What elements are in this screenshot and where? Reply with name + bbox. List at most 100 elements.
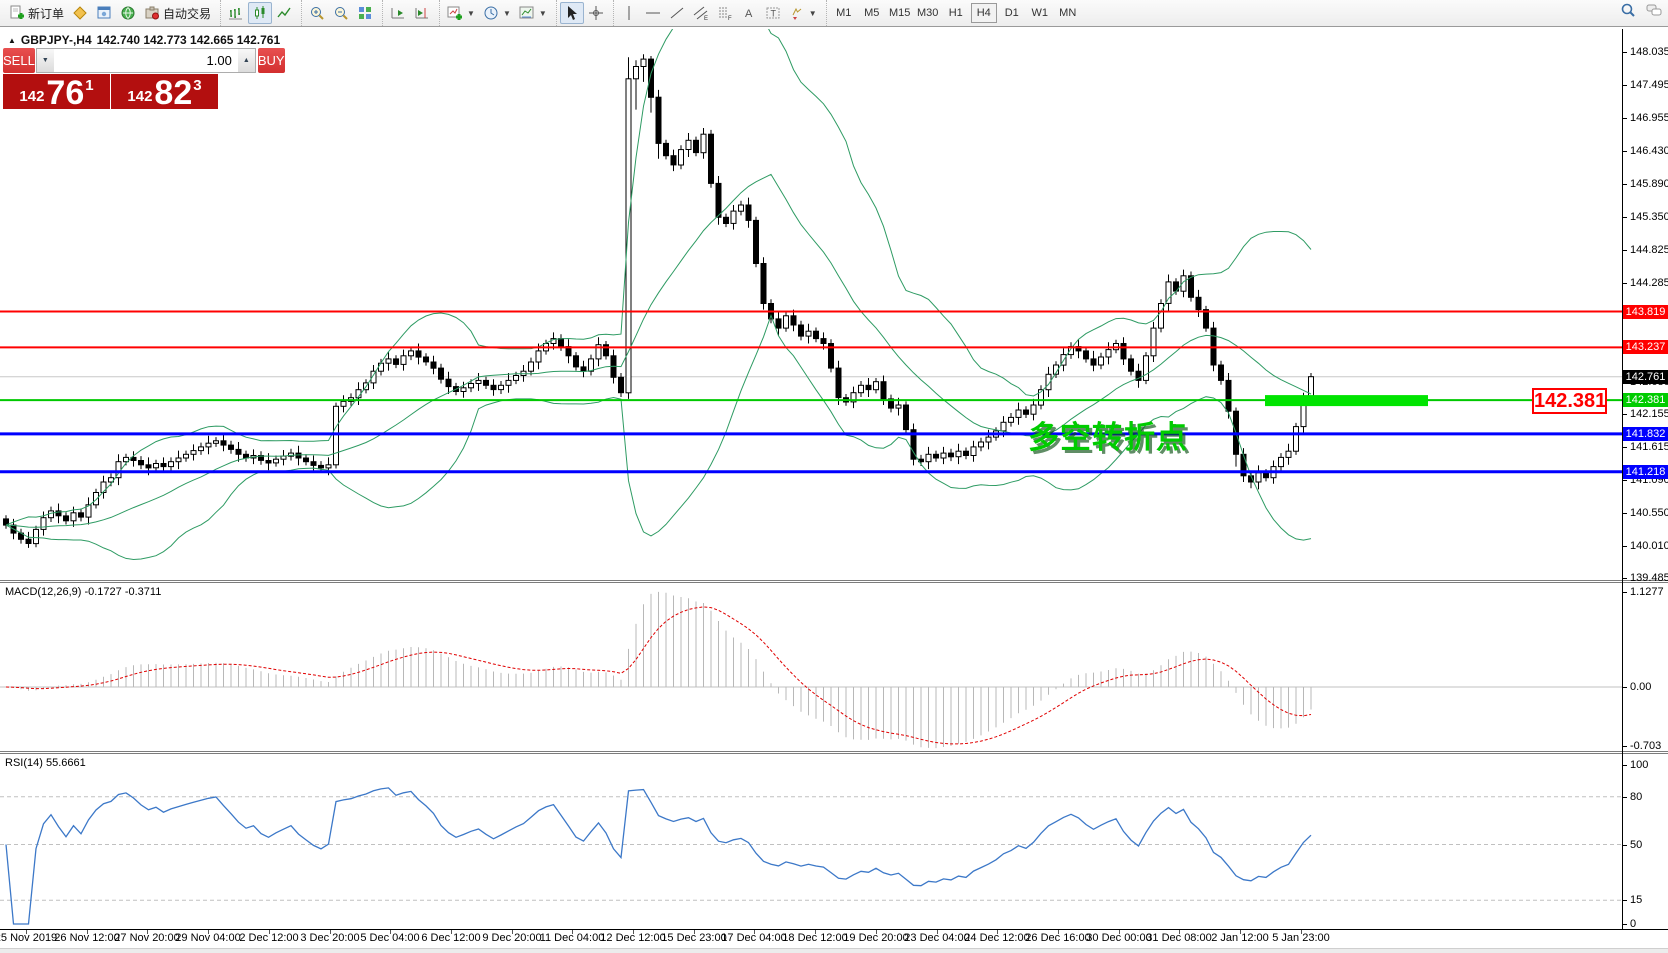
price-axis-label: 144.825 (1630, 243, 1668, 257)
tab-timeframe-h1[interactable]: H1 (943, 3, 969, 23)
chevron-down-icon: ▼ (539, 9, 547, 18)
arrows-tool-button[interactable]: ▼ (785, 2, 821, 24)
candlestick-chart-button[interactable] (248, 2, 272, 24)
search-icon[interactable] (1620, 2, 1636, 18)
candlestick-chart-icon (252, 5, 268, 21)
price-callout-142381[interactable]: 142.381 (1532, 388, 1607, 414)
navigator-button[interactable] (116, 2, 140, 24)
price-axis-label: 139.485 (1630, 571, 1668, 585)
time-axis-border (0, 929, 1668, 930)
tab-timeframe-w1[interactable]: W1 (1027, 3, 1053, 23)
clock-icon (483, 5, 499, 21)
zoom-in-button[interactable] (305, 2, 329, 24)
chevron-down-icon: ▼ (809, 9, 817, 18)
auto-scroll-button[interactable] (386, 2, 410, 24)
toolbar: 新订单 自动交易 ▼ ▼ ▼ (0, 0, 1668, 27)
text-label-tool-button[interactable]: T (761, 2, 785, 24)
rsi-axis-label: 0 (1630, 917, 1668, 931)
rsi-axis-label: 100 (1630, 758, 1668, 772)
horizontal-line-tool-button[interactable] (641, 2, 665, 24)
bar-chart-button[interactable] (224, 2, 248, 24)
tab-timeframe-m1[interactable]: M1 (831, 3, 857, 23)
tab-timeframe-m30[interactable]: M30 (915, 3, 941, 23)
market-watch-button[interactable] (92, 2, 116, 24)
tab-timeframe-m15[interactable]: M15 (887, 3, 913, 23)
trendline-icon (669, 5, 685, 21)
template-icon (519, 5, 535, 21)
svg-text:F: F (728, 16, 732, 21)
price-chart-canvas[interactable] (0, 29, 1622, 580)
macd-axis-label: -0.703 (1630, 739, 1668, 753)
line-chart-icon (276, 5, 292, 21)
new-order-icon (9, 5, 25, 21)
equidistant-channel-icon: E (693, 5, 709, 21)
price-axis-label: 142.155 (1630, 407, 1668, 421)
macd-panel-canvas[interactable] (0, 583, 1622, 751)
zoom-out-icon (333, 5, 349, 21)
highlight-zone[interactable] (1265, 395, 1428, 406)
chat-icon[interactable] (1646, 2, 1662, 18)
fibonacci-tool-button[interactable]: F (713, 2, 737, 24)
sell-button[interactable]: SELL (3, 48, 35, 73)
sell-price-pips: 76 (46, 78, 84, 108)
new-chart-button[interactable]: ▼ (443, 2, 479, 24)
buy-button[interactable]: BUY (258, 48, 285, 73)
volume-decrease-button[interactable]: ▼ (37, 49, 54, 72)
zoom-in-icon (309, 5, 325, 21)
rsi-axis-label: 50 (1630, 838, 1668, 852)
chart-workspace: 148.035147.495146.955146.430145.890145.3… (0, 27, 1668, 953)
price-axis-label: 148.035 (1630, 45, 1668, 59)
period-button[interactable]: ▼ (479, 2, 515, 24)
text-tool-button[interactable]: A (737, 2, 761, 24)
vertical-line-tool-button[interactable] (617, 2, 641, 24)
candles (4, 54, 1314, 548)
tab-timeframe-d1[interactable]: D1 (999, 3, 1025, 23)
line-chart-button[interactable] (272, 2, 296, 24)
price-axis-label: 140.550 (1630, 506, 1668, 520)
autotrade-icon (144, 5, 160, 21)
tab-timeframe-m5[interactable]: M5 (859, 3, 885, 23)
navigator-icon (120, 5, 136, 21)
buy-price-point: 3 (193, 77, 201, 94)
arrows-icon (789, 5, 805, 21)
zoom-out-button[interactable] (329, 2, 353, 24)
macd-label: MACD(12,26,9) -0.1727 -0.3711 (5, 586, 161, 598)
svg-text:T: T (770, 9, 776, 19)
tab-timeframe-mn[interactable]: MN (1055, 3, 1081, 23)
buy-price-base: 142 (127, 88, 152, 105)
cursor-button[interactable] (560, 2, 584, 24)
text-icon: A (741, 5, 757, 21)
sell-price-point: 1 (85, 77, 93, 94)
trendline-tool-button[interactable] (665, 2, 689, 24)
sell-price-base: 142 (19, 88, 44, 105)
autotrade-button[interactable]: 自动交易 (140, 2, 215, 24)
sell-price[interactable]: 142 76 1 (3, 74, 110, 109)
rsi-axis-label: 15 (1630, 893, 1668, 907)
buy-price-pips: 82 (154, 78, 192, 108)
channel-tool-button[interactable]: E (689, 2, 713, 24)
crosshair-button[interactable] (584, 2, 608, 24)
volume-input[interactable] (54, 49, 238, 72)
volume-increase-button[interactable]: ▲ (238, 49, 255, 72)
new-order-label: 新订单 (28, 5, 64, 22)
rsi-label: RSI(14) 55.6661 (5, 757, 86, 769)
price-axis-label: 145.350 (1630, 210, 1668, 224)
new-order-button[interactable]: 新订单 (5, 2, 68, 24)
price-axis-label: 145.890 (1630, 177, 1668, 191)
price-axis-label: 141.615 (1630, 440, 1668, 454)
chart-shift-button[interactable] (410, 2, 434, 24)
price-badge-142.761: 142.761 (1623, 370, 1668, 384)
status-strip (0, 948, 1668, 953)
price-axis-label: 140.010 (1630, 539, 1668, 553)
chart-profiles-button[interactable] (68, 2, 92, 24)
buy-price[interactable]: 142 82 3 (111, 74, 218, 109)
autotrade-label: 自动交易 (163, 5, 211, 22)
chart-profiles-icon (72, 5, 88, 21)
template-button[interactable]: ▼ (515, 2, 551, 24)
turning-point-annotation[interactable]: 多空转折点 (1028, 412, 1188, 457)
rsi-panel-canvas[interactable] (0, 754, 1622, 929)
tab-timeframe-h4[interactable]: H4 (971, 3, 997, 23)
one-click-trading-panel: SELL ▼ ▲ BUY 142 76 1 142 82 3 (3, 48, 218, 109)
vertical-line-icon (621, 5, 637, 21)
tile-windows-button[interactable] (353, 2, 377, 24)
